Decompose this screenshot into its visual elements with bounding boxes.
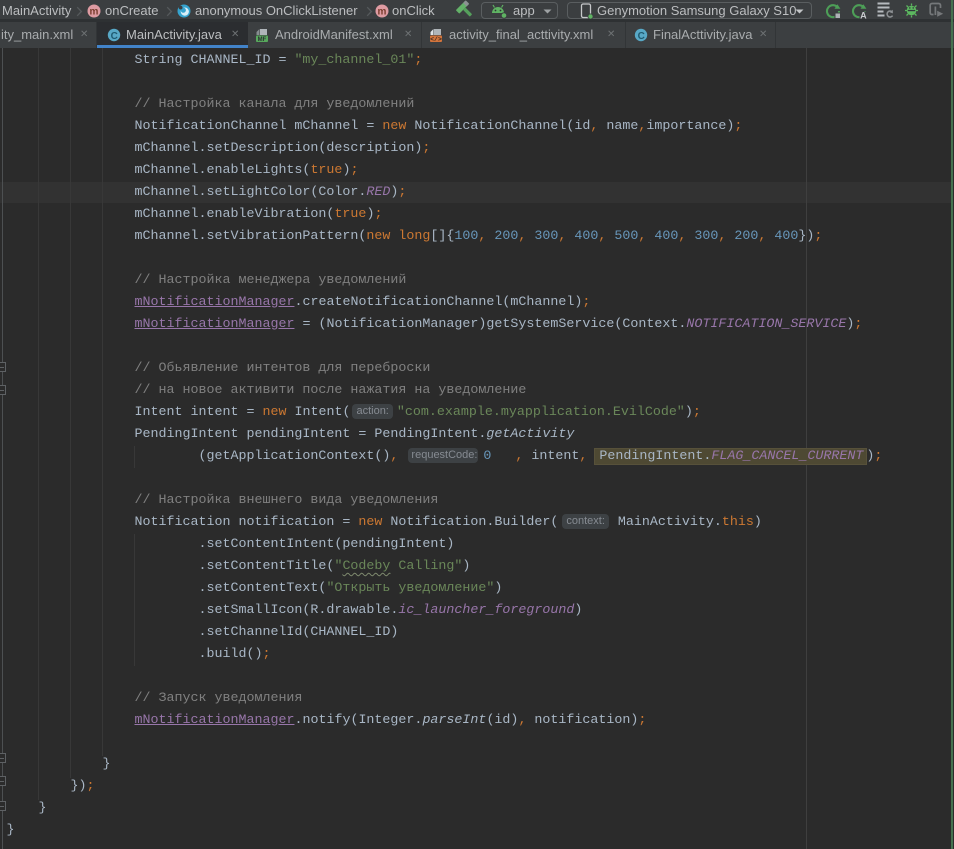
svg-text:m: m [90,7,99,18]
svg-text:MF: MF [258,37,267,43]
svg-text:</>: </> [430,36,442,43]
svg-text:m: m [378,7,387,18]
svg-text:C: C [111,31,118,42]
svg-text:C: C [638,31,645,42]
svg-text:A: A [860,10,867,19]
